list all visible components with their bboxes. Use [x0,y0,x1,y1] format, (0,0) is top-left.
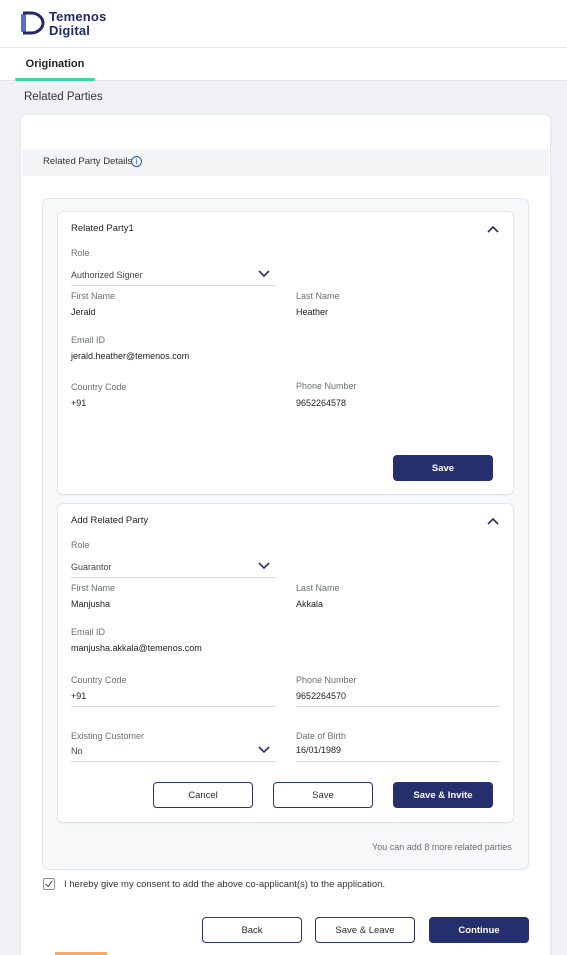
back-button[interactable]: Back [202,917,302,943]
info-icon[interactable]: i [131,156,142,167]
chevron-down-icon[interactable] [258,270,270,278]
phone-underline [296,706,500,707]
party1-last-name-field[interactable]: Heather [296,307,328,317]
party1-first-name-field[interactable]: Jerald [71,307,96,317]
active-tab-indicator [15,78,95,81]
party1-first-name-label: First Name [71,291,116,301]
party2-existing-customer-select[interactable]: No [71,746,83,756]
party2-email-field[interactable]: manjusha.akkala@temenos.com [71,643,202,653]
remaining-parties-hint: You can add 8 more related parties [372,842,512,852]
party1-title: Related Party1 [71,223,134,234]
tab-bar: Origination [0,48,567,81]
party2-role-select[interactable]: Guarantor [71,562,112,572]
role-underline [71,285,276,286]
party2-save-invite-button[interactable]: Save & Invite [393,782,493,808]
party1-phone-label: Phone Number [296,381,357,391]
chevron-up-icon[interactable] [487,225,499,233]
party1-save-button[interactable]: Save [393,455,493,481]
party2-cancel-button[interactable]: Cancel [153,782,253,808]
party2-email-label: Email ID [71,627,106,637]
party2-first-name-field[interactable]: Manjusha [71,599,110,609]
consent-checkbox[interactable] [43,878,55,890]
party2-last-name-label: Last Name [296,583,340,593]
dob-underline [296,761,500,762]
party1-country-code-field[interactable]: +91 [71,398,86,408]
party2-first-name-label: First Name [71,583,116,593]
brand-name: Temenos [49,9,107,24]
tab-origination[interactable]: Origination [15,48,95,81]
consent-text: I hereby give my consent to add the abov… [64,879,386,890]
party2-role-label: Role [71,540,90,550]
party2-country-code-field[interactable]: +91 [71,691,86,701]
chevron-up-icon[interactable] [487,517,499,525]
party1-last-name-label: Last Name [296,291,340,301]
page-title: Related Parties [24,91,103,103]
tab-label: Origination [25,58,85,70]
party2-dob-field[interactable]: 16/01/1989 [296,745,341,755]
party2-last-name-field[interactable]: Akkala [296,599,323,609]
country-code-underline [71,706,276,707]
save-leave-button[interactable]: Save & Leave [315,917,415,943]
party1-country-code-label: Country Code [71,382,127,392]
chevron-down-icon[interactable] [258,562,270,570]
party2-phone-label: Phone Number [296,675,357,685]
party1-email-label: Email ID [71,335,106,345]
party2-dob-label: Date of Birth [296,731,347,741]
party2-country-code-label: Country Code [71,675,127,685]
brand-subname: Digital [49,23,91,38]
continue-button[interactable]: Continue [429,917,529,943]
party2-title: Add Related Party [71,515,149,526]
party1-email-field[interactable]: jerald.heather@temenos.com [71,351,189,361]
details-label: Related Party Details [43,156,133,167]
existing-customer-underline [71,761,276,762]
party2-phone-field[interactable]: 9652264570 [296,691,346,701]
role-underline [71,577,276,578]
party2-save-button[interactable]: Save [273,782,373,808]
temenos-logo-icon [21,11,45,35]
top-bar: Temenos Digital [0,0,567,48]
party1-role-select[interactable]: Authorized Signer [71,270,143,280]
check-icon [45,880,53,888]
party1-phone-field[interactable]: 9652264578 [296,398,346,408]
related-party-card-2 [57,503,514,823]
chevron-down-icon[interactable] [258,746,270,754]
party2-existing-customer-label: Existing Customer [71,731,145,741]
party1-role-label: Role [71,248,90,258]
